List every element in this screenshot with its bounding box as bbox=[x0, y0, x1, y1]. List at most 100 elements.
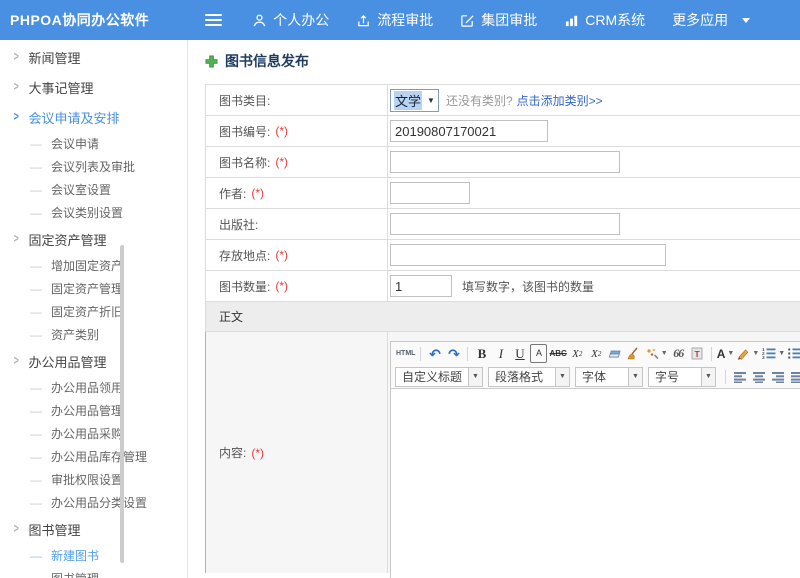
paragraph-select[interactable]: 段落格式▼ bbox=[488, 367, 570, 387]
nav-group-approval[interactable]: 集团审批 bbox=[460, 13, 537, 28]
quantity-input[interactable] bbox=[390, 275, 452, 297]
top-bar: PHPOA协同办公软件 个人办公 流程审批 集团审批 CRM系统 更多应用 bbox=[0, 0, 800, 40]
align-left-icon[interactable] bbox=[731, 367, 748, 386]
clear-format-icon[interactable] bbox=[626, 344, 643, 363]
chevron-right-icon: > bbox=[14, 110, 19, 124]
sidebar-item-asset-add[interactable]: —增加固定资产 bbox=[0, 254, 187, 277]
ordered-list-icon[interactable]: 123▼ bbox=[761, 344, 785, 363]
align-center-icon[interactable] bbox=[750, 367, 767, 386]
highlight-pen-icon[interactable]: ▼ bbox=[736, 344, 759, 363]
sidebar-item-supplies-purchase[interactable]: —办公用品采购 bbox=[0, 422, 187, 445]
sidebar-item-news-mgmt[interactable]: >新闻管理 bbox=[0, 42, 187, 72]
sidebar-item-asset-mgmt[interactable]: >固定资产管理 bbox=[0, 224, 187, 254]
custom-title-select[interactable]: 自定义标题▼ bbox=[395, 367, 483, 387]
required-mark: (*) bbox=[275, 124, 288, 138]
format-painter-icon[interactable]: ▼ bbox=[645, 344, 668, 363]
location-input[interactable] bbox=[390, 244, 666, 266]
sidebar-item-supplies-claim[interactable]: —办公用品领用 bbox=[0, 376, 187, 399]
font-family-select[interactable]: 字体▼ bbox=[575, 367, 643, 387]
subscript-icon[interactable]: X2 bbox=[588, 344, 605, 363]
book-name-input[interactable] bbox=[390, 151, 620, 173]
sidebar-item-approval-permission[interactable]: —审批权限设置 bbox=[0, 468, 187, 491]
dash-icon: — bbox=[30, 206, 42, 220]
italic-icon[interactable]: I bbox=[492, 344, 509, 363]
sidebar-item-supplies-classify[interactable]: —办公用品分类设置 bbox=[0, 491, 187, 514]
sidebar-item-asset-depreciation[interactable]: —固定资产折旧 bbox=[0, 300, 187, 323]
font-color-icon[interactable]: A▼ bbox=[717, 344, 735, 363]
sidebar-item-supplies-manage[interactable]: —办公用品管理 bbox=[0, 399, 187, 422]
category-select[interactable]: 文学 ▼ bbox=[390, 89, 439, 112]
underline-icon[interactable]: U bbox=[511, 344, 528, 363]
dash-icon: — bbox=[30, 282, 42, 296]
dash-icon: — bbox=[30, 381, 42, 395]
editor-toolbar-row1: HTML ↶ ↷ B I U A ABC X2 X2 bbox=[391, 342, 800, 365]
required-mark: (*) bbox=[275, 248, 288, 262]
sidebar-item-book-manage[interactable]: —图书管理 bbox=[0, 567, 187, 578]
page-title: 图书信息发布 bbox=[189, 40, 800, 80]
rich-text-editor: HTML ↶ ↷ B I U A ABC X2 X2 bbox=[390, 341, 800, 578]
border-a-icon[interactable]: A bbox=[530, 344, 547, 363]
dash-icon: — bbox=[30, 473, 42, 487]
add-category-link[interactable]: 点击添加类别>> bbox=[517, 92, 603, 109]
dash-icon: — bbox=[30, 137, 42, 151]
sidebar-item-memorabilia-mgmt[interactable]: >大事记管理 bbox=[0, 72, 187, 102]
book-name-label: 图书名称: bbox=[219, 154, 270, 171]
top-nav: 个人办公 流程审批 集团审批 CRM系统 更多应用 bbox=[252, 13, 777, 28]
dash-icon: — bbox=[30, 328, 42, 342]
sidebar-item-book-mgmt[interactable]: >图书管理 bbox=[0, 514, 187, 544]
row-book-code: 图书编号:(*) bbox=[206, 116, 800, 147]
strikethrough-icon[interactable]: ABC bbox=[549, 344, 566, 363]
quantity-hint: 填写数字，该图书的数量 bbox=[462, 278, 594, 295]
sidebar-item-meeting-list[interactable]: —会议列表及审批 bbox=[0, 155, 187, 178]
align-justify-icon[interactable] bbox=[788, 367, 800, 386]
undo-icon[interactable]: ↶ bbox=[426, 344, 443, 363]
nav-process-approval[interactable]: 流程审批 bbox=[356, 13, 433, 28]
author-label: 作者: bbox=[219, 185, 246, 202]
sidebar-scrollbar[interactable] bbox=[120, 245, 124, 563]
sidebar-item-meeting-apply[interactable]: —会议申请 bbox=[0, 132, 187, 155]
dash-icon: — bbox=[30, 427, 42, 441]
sidebar-item-meeting-category[interactable]: —会议类别设置 bbox=[0, 201, 187, 224]
blockquote-icon[interactable]: 66 bbox=[670, 344, 687, 363]
caret-down-icon: ▼ bbox=[778, 350, 785, 357]
paste-text-icon[interactable]: T bbox=[689, 344, 706, 363]
nav-crm-system[interactable]: CRM系统 bbox=[564, 13, 645, 28]
plus-icon bbox=[205, 55, 218, 68]
superscript-icon[interactable]: X2 bbox=[569, 344, 586, 363]
html-source-icon[interactable]: HTML bbox=[396, 344, 415, 363]
font-size-select[interactable]: 字号▼ bbox=[648, 367, 716, 387]
dash-icon: — bbox=[30, 259, 42, 273]
eraser-icon[interactable] bbox=[607, 344, 624, 363]
dash-icon: — bbox=[30, 450, 42, 464]
sidebar-item-book-new[interactable]: —新建图书 bbox=[0, 544, 187, 567]
caret-down-icon: ▼ bbox=[661, 350, 668, 357]
editor-content-area[interactable] bbox=[391, 388, 800, 578]
sidebar-item-asset-manage[interactable]: —固定资产管理 bbox=[0, 277, 187, 300]
book-code-input[interactable] bbox=[390, 120, 548, 142]
nav-more-apps[interactable]: 更多应用 bbox=[672, 13, 750, 27]
sidebar-item-meeting-room[interactable]: —会议室设置 bbox=[0, 178, 187, 201]
sidebar-item-asset-category[interactable]: —资产类别 bbox=[0, 323, 187, 346]
redo-icon[interactable]: ↷ bbox=[445, 344, 462, 363]
app-window: PHPOA协同办公软件 个人办公 流程审批 集团审批 CRM系统 更多应用 bbox=[0, 0, 800, 578]
editor-toolbar-row2: 自定义标题▼ 段落格式▼ 字体▼ 字号▼ bbox=[391, 365, 800, 388]
menu-toggle-icon[interactable] bbox=[205, 14, 222, 26]
author-input[interactable] bbox=[390, 182, 470, 204]
caret-down-icon: ▼ bbox=[628, 368, 642, 386]
chevron-right-icon: > bbox=[14, 522, 19, 536]
unordered-list-icon[interactable]: ▼ bbox=[787, 344, 800, 363]
row-content: 内容:(*) HTML ↶ ↷ B I U A bbox=[205, 332, 800, 573]
publisher-input[interactable] bbox=[390, 213, 620, 235]
row-book-name: 图书名称:(*) bbox=[206, 147, 800, 178]
required-mark: (*) bbox=[275, 279, 288, 293]
select-arrow-icon: ▼ bbox=[427, 96, 435, 105]
align-right-icon[interactable] bbox=[769, 367, 786, 386]
sidebar-item-supplies-stock[interactable]: —办公用品库存管理 bbox=[0, 445, 187, 468]
dash-icon: — bbox=[30, 404, 42, 418]
main-content: 图书信息发布 图书类目: 文学 ▼ 还没有类别? 点击添加类别>> 图书编号:(… bbox=[189, 40, 800, 578]
sidebar-item-supplies-mgmt[interactable]: >办公用品管理 bbox=[0, 346, 187, 376]
bold-icon[interactable]: B bbox=[473, 344, 490, 363]
nav-personal-office[interactable]: 个人办公 bbox=[252, 13, 329, 28]
sidebar-item-meeting-mgmt[interactable]: >会议申请及安排 bbox=[0, 102, 187, 132]
dash-icon: — bbox=[30, 160, 42, 174]
